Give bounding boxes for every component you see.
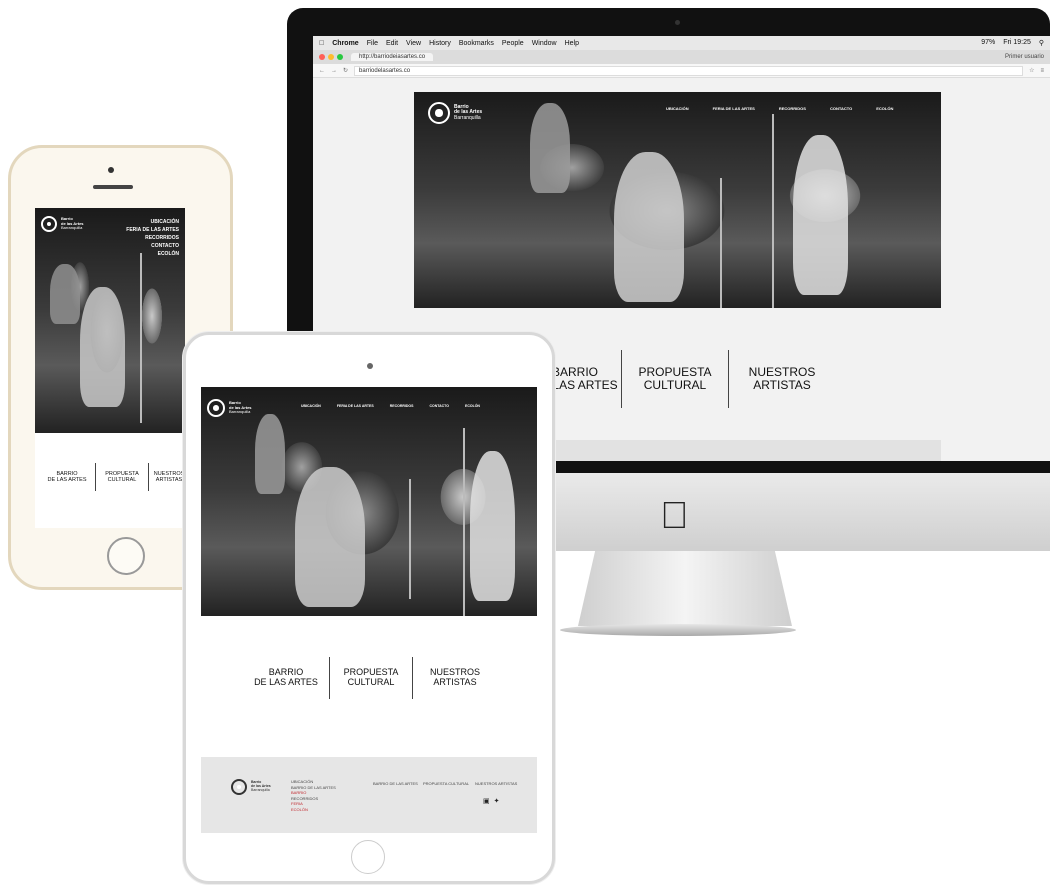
nav-feria[interactable]: FERIA DE LAS ARTES	[126, 226, 179, 234]
site-nav: UBICACIÓN FERIA DE LAS ARTES RECORRIDOS …	[666, 106, 893, 111]
browser-tabbar: http://barriodeiasartes.co Primer usuari…	[313, 50, 1050, 64]
site-logo[interactable]: Barrio de las Artes Barranquilla	[207, 399, 252, 417]
back-icon[interactable]: ←	[319, 68, 325, 74]
nav-feria[interactable]: FERIA DE LAS ARTES	[713, 106, 755, 111]
menu-bookmarks[interactable]: Bookmarks	[459, 40, 494, 47]
site-logo[interactable]: Barrio de las Artes Barranquilla	[41, 216, 84, 232]
browser-tab[interactable]: http://barriodeiasartes.co	[351, 53, 434, 61]
imac-stand	[578, 551, 792, 626]
window-controls	[319, 54, 343, 60]
apple-logo-icon: 	[660, 495, 689, 538]
address-bar-input[interactable]: barriodelasartes.co	[354, 65, 1024, 76]
camera-icon	[108, 167, 114, 173]
logo-icon	[207, 399, 225, 417]
nav-feria[interactable]: FERIA DE LAS ARTES	[337, 404, 374, 408]
logo-line-3: Barranquilla	[251, 787, 270, 792]
section-artistas[interactable]: NUESTROS ARTISTAS	[729, 350, 835, 408]
nav-ecolon[interactable]: ECOLÓN	[876, 106, 893, 111]
clock[interactable]: Fri 19:25	[1003, 39, 1031, 47]
logo-icon	[231, 779, 247, 795]
menu-help[interactable]: Help	[565, 40, 579, 47]
section-propuesta[interactable]: PROPUESTA CULTURAL	[622, 350, 728, 408]
browser-menu-icon[interactable]: ≡	[1040, 68, 1044, 74]
logo-line-3: Barranquilla	[454, 114, 481, 121]
nav-recorridos[interactable]: RECORRIDOS	[779, 106, 806, 111]
menu-window[interactable]: Window	[532, 40, 557, 47]
section-artistas[interactable]: NUESTROS ARTISTAS	[413, 657, 497, 699]
profile-button[interactable]: Primer usuario	[1005, 54, 1044, 60]
menu-file[interactable]: File	[367, 40, 378, 47]
search-icon[interactable]: ⚲	[1039, 39, 1044, 47]
section-barrio[interactable]: BARRIO DE LAS ARTES	[243, 657, 329, 699]
nav-contacto[interactable]: CONTACTO	[830, 106, 852, 111]
imac-stand-base	[560, 624, 796, 636]
camera-icon	[367, 363, 373, 369]
site-nav: UBICACIÓN FERIA DE LAS ARTES RECORRIDOS …	[126, 218, 179, 258]
footer-link-propuesta[interactable]: PROPUESTA CULTURAL	[423, 781, 469, 787]
footer-link[interactable]: ECOLÓN	[291, 807, 336, 813]
reload-icon[interactable]: ↻	[343, 67, 348, 74]
logo-line-3: Barranquilla	[229, 409, 251, 415]
logo-icon	[428, 102, 450, 124]
speaker-grille	[93, 185, 133, 189]
nav-ecolon[interactable]: ECOLÓN	[465, 404, 480, 408]
hero-photo: Barrio de las Artes Barranquilla UBICACI…	[414, 92, 941, 308]
nav-contacto[interactable]: CONTACTO	[429, 404, 449, 408]
logo-icon	[41, 216, 57, 232]
home-button[interactable]	[107, 537, 145, 575]
maximize-window-button[interactable]	[337, 54, 343, 60]
nav-recorridos[interactable]: RECORRIDOS	[126, 234, 179, 242]
nav-ubicacion[interactable]: UBICACIÓN	[126, 218, 179, 226]
site-nav: UBICACIÓN FERIA DE LAS ARTES RECORRIDOS …	[301, 404, 480, 408]
nav-contacto[interactable]: CONTACTO	[126, 242, 179, 250]
site-footer: Barrio de las Artes Barranquilla UBICACI…	[201, 757, 537, 833]
twitter-icon[interactable]: ✦	[494, 797, 500, 805]
hero-photo: Barrio de las Artes Barranquilla UBICACI…	[35, 208, 185, 433]
section-links: BARRIO DE LAS ARTES PROPUESTA CULTURAL N…	[243, 657, 497, 699]
bookmark-star-icon[interactable]: ☆	[1029, 67, 1034, 74]
footer-logo[interactable]: Barrio de las Artes Barranquilla	[231, 779, 271, 795]
minimize-window-button[interactable]	[328, 54, 334, 60]
section-propuesta[interactable]: PROPUESTA CULTURAL	[96, 463, 148, 491]
section-propuesta[interactable]: PROPUESTA CULTURAL	[330, 657, 412, 699]
camera-icon	[675, 20, 680, 25]
footer-link-barrio[interactable]: BARRIO DE LAS ARTES	[373, 781, 418, 787]
facebook-icon[interactable]: ▣	[483, 797, 490, 805]
battery-status[interactable]: 97%	[981, 39, 995, 47]
logo-line-3: Barranquilla	[61, 225, 83, 231]
site-logo[interactable]: Barrio de las Artes Barranquilla	[428, 102, 482, 124]
section-links: BARRIO DE LAS ARTES PROPUESTA CULTURAL N…	[529, 350, 835, 408]
section-barrio[interactable]: BARRIO DE LAS ARTES	[39, 463, 95, 491]
nav-ubicacion[interactable]: UBICACIÓN	[666, 106, 689, 111]
hero-photo: Barrio de las Artes Barranquilla UBICACI…	[201, 387, 537, 616]
nav-ecolon[interactable]: ECOLÓN	[126, 250, 179, 258]
apple-menu-icon[interactable]: 	[319, 40, 324, 47]
menu-app-name[interactable]: Chrome	[332, 40, 358, 47]
menu-people[interactable]: People	[502, 40, 524, 47]
close-window-button[interactable]	[319, 54, 325, 60]
menu-history[interactable]: History	[429, 40, 451, 47]
footer-links-col-1: UBICACIÓN BARRIO DE LAS ARTES BARRIO REC…	[291, 779, 336, 813]
menu-edit[interactable]: Edit	[386, 40, 398, 47]
nav-ubicacion[interactable]: UBICACIÓN	[301, 404, 321, 408]
footer-link-artistas[interactable]: NUESTROS ARTISTAS	[475, 781, 517, 787]
browser-toolbar: ← → ↻ barriodelasartes.co ☆ ≡	[313, 64, 1050, 78]
menu-view[interactable]: View	[406, 40, 421, 47]
section-links: BARRIO DE LAS ARTES PROPUESTA CULTURAL N…	[39, 463, 185, 491]
forward-icon[interactable]: →	[331, 68, 337, 74]
iphone-screen: Barrio de las Artes Barranquilla UBICACI…	[35, 208, 185, 528]
mac-menubar:  Chrome File Edit View History Bookmark…	[313, 36, 1050, 50]
ipad-screen: Barrio de las Artes Barranquilla UBICACI…	[201, 387, 537, 833]
home-button[interactable]	[351, 840, 385, 874]
social-links: ▣ ✦	[483, 797, 500, 805]
nav-recorridos[interactable]: RECORRIDOS	[390, 404, 414, 408]
section-artistas[interactable]: NUESTROS ARTISTAS	[149, 463, 185, 491]
